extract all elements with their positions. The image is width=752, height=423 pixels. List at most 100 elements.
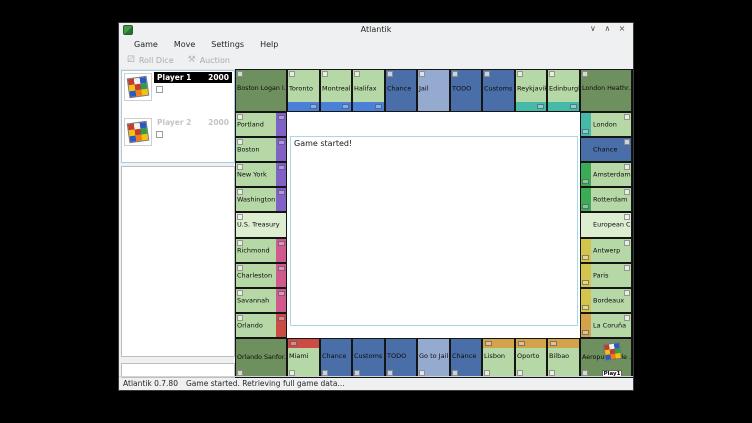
cube-token-icon <box>602 342 621 361</box>
board-tile-richmond[interactable]: Richmond <box>235 238 287 263</box>
board-tile-savannah[interactable]: Savannah <box>235 288 287 313</box>
board-tile-todo[interactable]: TODO <box>385 338 417 378</box>
board-tile-bilbao[interactable]: Bilbao <box>547 338 580 378</box>
tile-name: Boston Logan I... <box>237 86 285 93</box>
board-tile-boston[interactable]: Boston <box>235 137 287 162</box>
deed-icon <box>237 240 243 246</box>
property-group-stripe <box>353 102 384 111</box>
game-board: Boston Logan I...TorontoMontrealHalifaxC… <box>235 69 633 378</box>
board-tile-orlando[interactable]: Orlando <box>235 313 287 338</box>
board-tile-halifax[interactable]: Halifax <box>352 69 385 112</box>
tile-name: Chance <box>452 353 480 360</box>
player-name: Player 2 <box>157 118 191 127</box>
board-tile-charleston[interactable]: Charleston <box>235 263 287 288</box>
status-message: Game started. Retrieving full game data.… <box>186 379 345 388</box>
board-tile-lisbon[interactable]: Lisbon <box>482 338 515 378</box>
player-checkbox[interactable] <box>156 86 163 93</box>
board-tile-customs[interactable]: Customs <box>352 338 385 378</box>
player-cash: 2000 <box>208 73 229 82</box>
board-tile-european-cent[interactable]: European Cent... <box>580 212 632 238</box>
board-tile-orlando-sanfor[interactable]: Orlando Sanfor... <box>235 338 287 378</box>
property-group-stripe <box>548 339 579 348</box>
close-icon[interactable]: × <box>617 24 628 33</box>
board-tile-chance[interactable]: Chance <box>320 338 352 378</box>
roll-dice-button[interactable]: ⚂ Roll Dice <box>127 56 174 65</box>
minimize-icon[interactable]: ∨ <box>588 24 599 33</box>
deed-icon <box>624 164 630 170</box>
board-tile-edinburgh[interactable]: Edinburgh <box>547 69 580 112</box>
auction-label: Auction <box>200 56 230 65</box>
board-tile-todo[interactable]: TODO <box>450 69 482 112</box>
property-group-stripe <box>516 102 546 111</box>
tile-name: La Coruña <box>593 322 630 329</box>
board-tile-antwerp[interactable]: Antwerp <box>580 238 632 263</box>
board-tile-boston-logan-i[interactable]: Boston Logan I... <box>235 69 287 112</box>
event-log[interactable] <box>121 166 235 357</box>
auction-hammer-icon: ⚒ <box>188 56 196 65</box>
tile-name: TODO <box>387 353 415 360</box>
maximize-icon[interactable]: ∧ <box>602 24 613 33</box>
board-tile-jail[interactable]: Jail <box>417 69 450 112</box>
property-group-stripe <box>483 339 514 348</box>
board-tile-oporto[interactable]: Oporto <box>515 338 547 378</box>
board-tile-new-york[interactable]: New York <box>235 162 287 187</box>
player-list[interactable]: Player 1 2000 Player 22000 <box>121 70 235 163</box>
board-tile-miami[interactable]: Miami <box>287 338 320 378</box>
tile-name: Portland <box>237 121 285 128</box>
menu-move[interactable]: Move <box>167 39 202 50</box>
board-tile-montreal[interactable]: Montreal <box>320 69 352 112</box>
titlebar[interactable]: Atlantik ∨ ∧ × <box>119 23 633 37</box>
board-tile-chance[interactable]: Chance <box>580 137 632 162</box>
board-tile-chance[interactable]: Chance <box>450 338 482 378</box>
player-row[interactable]: Player 22000 <box>122 116 234 161</box>
board-tile-reykjavik[interactable]: Reykjavik <box>515 69 547 112</box>
board-tile-london[interactable]: London <box>580 112 632 137</box>
property-group-stripe <box>321 102 351 111</box>
player-checkbox[interactable] <box>156 131 163 138</box>
tile-name: Orlando <box>237 322 285 329</box>
cart-icon <box>278 316 285 321</box>
board-tile-toronto[interactable]: Toronto <box>287 69 320 112</box>
property-group-stripe <box>581 113 591 136</box>
deed-icon <box>624 240 630 246</box>
tile-name: New York <box>237 171 285 178</box>
tile-name: Bordeaux <box>593 297 630 304</box>
board-tile-rotterdam[interactable]: Rotterdam <box>580 187 632 212</box>
board-tile-london-heathr[interactable]: London Heathr... <box>580 69 632 112</box>
board-tile-u-s-treasury[interactable]: U.S. Treasury <box>235 212 287 238</box>
window-controls: ∨ ∧ × <box>588 24 628 33</box>
deed-icon <box>624 114 630 120</box>
board-tile-paris[interactable]: Paris <box>580 263 632 288</box>
board-tile-go-to-jail[interactable]: Go to Jail <box>417 338 450 378</box>
tile-name: Paris <box>593 272 630 279</box>
player-row[interactable]: Player 1 2000 <box>122 71 234 116</box>
deed-icon <box>624 214 630 220</box>
tile-name: Reykjavik <box>517 85 545 92</box>
player-name: Player 1 <box>157 73 191 82</box>
tile-name: Orlando Sanfor... <box>237 355 285 362</box>
tile-name: Edinburgh <box>549 85 578 92</box>
tile-name: Customs <box>354 353 383 360</box>
board-tile-chance[interactable]: Chance <box>385 69 417 112</box>
tile-name: Richmond <box>237 247 285 254</box>
deed-icon <box>484 71 490 77</box>
board-tile-washington[interactable]: Washington <box>235 187 287 212</box>
board-tile-la-coru-a[interactable]: La Coruña <box>580 313 632 338</box>
board-tile-customs[interactable]: Customs <box>482 69 515 112</box>
tile-name: Chance <box>322 353 350 360</box>
board-tile-amsterdam[interactable]: Amsterdam <box>580 162 632 187</box>
menu-settings[interactable]: Settings <box>204 39 251 50</box>
board-center: Game started! <box>287 112 580 338</box>
deed-icon <box>624 189 630 195</box>
tile-name: Chance <box>387 85 415 92</box>
board-tile-bordeaux[interactable]: Bordeaux <box>580 288 632 313</box>
menu-help[interactable]: Help <box>253 39 285 50</box>
property-group-stripe <box>581 289 591 312</box>
tile-name: Antwerp <box>593 247 630 254</box>
menu-game[interactable]: Game <box>127 39 165 50</box>
board-tile-aeropuerto-de[interactable]: Aeropuerto de ...Play1 <box>580 338 632 378</box>
auction-button[interactable]: ⚒ Auction <box>188 56 230 65</box>
cart-icon <box>342 104 349 109</box>
board-tile-portland[interactable]: Portland <box>235 112 287 137</box>
atlantik-window: Atlantik ∨ ∧ × Game Move Settings Help ⚂… <box>118 22 634 391</box>
